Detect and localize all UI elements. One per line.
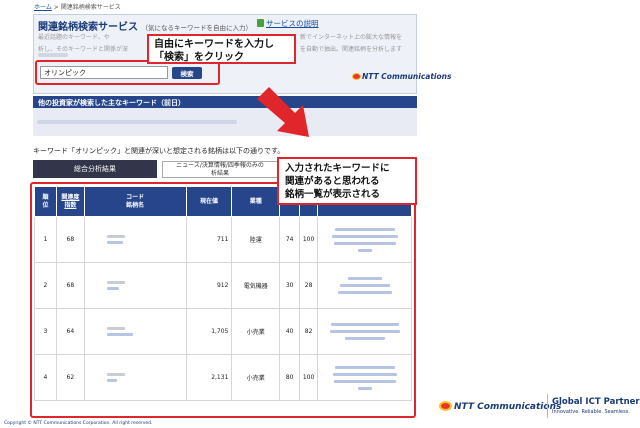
- brand-tagline: Innovative. Reliable. Seamless.: [552, 409, 630, 415]
- service-desc-blur: [38, 53, 68, 57]
- tab-news-analysis[interactable]: ニュース/決算情報/四季報のみの 析結果: [162, 161, 278, 178]
- service-subtitle: （気になるキーワードを自由に入力）: [141, 24, 252, 32]
- service-help-link[interactable]: サービスの説明: [257, 18, 319, 29]
- brand-ntt-logo: NTT Communications: [439, 401, 561, 412]
- keyword-band: [33, 108, 417, 136]
- callout-search-line1: 自由にキーワードを入力し: [154, 39, 274, 50]
- callout-table-line1: 入力されたキーワードに: [285, 163, 390, 174]
- brand-divider: [547, 394, 548, 418]
- breadcrumb-current: 関連銘柄検索サービス: [60, 4, 121, 11]
- breadcrumb: ホーム > 関連銘柄検索サービス: [34, 2, 121, 11]
- callout-table-line3: 銘柄一覧が表示される: [285, 189, 381, 200]
- table-highlight-frame: [30, 182, 416, 418]
- ntt-logo-small: NTT Communications: [352, 72, 451, 81]
- result-summary: キーワード「オリンピック」と関連が深いと想定される銘柄は以下の通りです。: [33, 147, 285, 155]
- service-desc-1: 最近話題のキーワード、や: [38, 34, 110, 41]
- breadcrumb-home-link[interactable]: ホーム: [34, 4, 52, 11]
- service-desc-3: 新でインターネット上の膨大な情報を: [300, 34, 403, 41]
- tab-overall-analysis[interactable]: 総合分析結果: [33, 160, 157, 178]
- ntt-logo-icon: [352, 73, 361, 80]
- tab-news-line1: ニュース/決算情報/四季報のみの: [176, 162, 264, 169]
- brand-global-partner: Global ICT Partner: [552, 397, 640, 407]
- beginner-mark-icon: [257, 19, 264, 27]
- callout-table-line2: 関連があると思われる: [285, 176, 380, 187]
- service-desc-4: を自動で抽出。関連銘柄を分析します: [300, 46, 403, 53]
- breadcrumb-separator: >: [53, 4, 59, 11]
- tab-news-line2: 析結果: [210, 170, 229, 177]
- ntt-globe-icon: [439, 401, 452, 411]
- red-arrow-icon: [257, 87, 309, 137]
- service-help-text: サービスの説明: [266, 19, 319, 28]
- callout-table: 入力されたキーワードに 関連があると思われる 銘柄一覧が表示される: [277, 157, 417, 205]
- copyright-text: Copyright © NTT Communications Corporati…: [4, 421, 153, 426]
- service-title: 関連銘柄検索サービス （気になるキーワードを自由に入力）: [38, 18, 252, 33]
- keyword-section-heading: 他の投資家が検索した主なキーワード（前日）: [33, 96, 417, 108]
- callout-search-line2: 「検索」をクリック: [154, 52, 244, 63]
- keyword-blur: [37, 120, 237, 124]
- ntt-logo-small-text: NTT Communications: [362, 72, 452, 81]
- brand-ntt-text: NTT Communications: [454, 402, 562, 412]
- service-desc-2: 析し、そのキーワードと関係が深: [38, 46, 129, 53]
- callout-search: 自由にキーワードを入力し 「検索」をクリック: [147, 34, 296, 64]
